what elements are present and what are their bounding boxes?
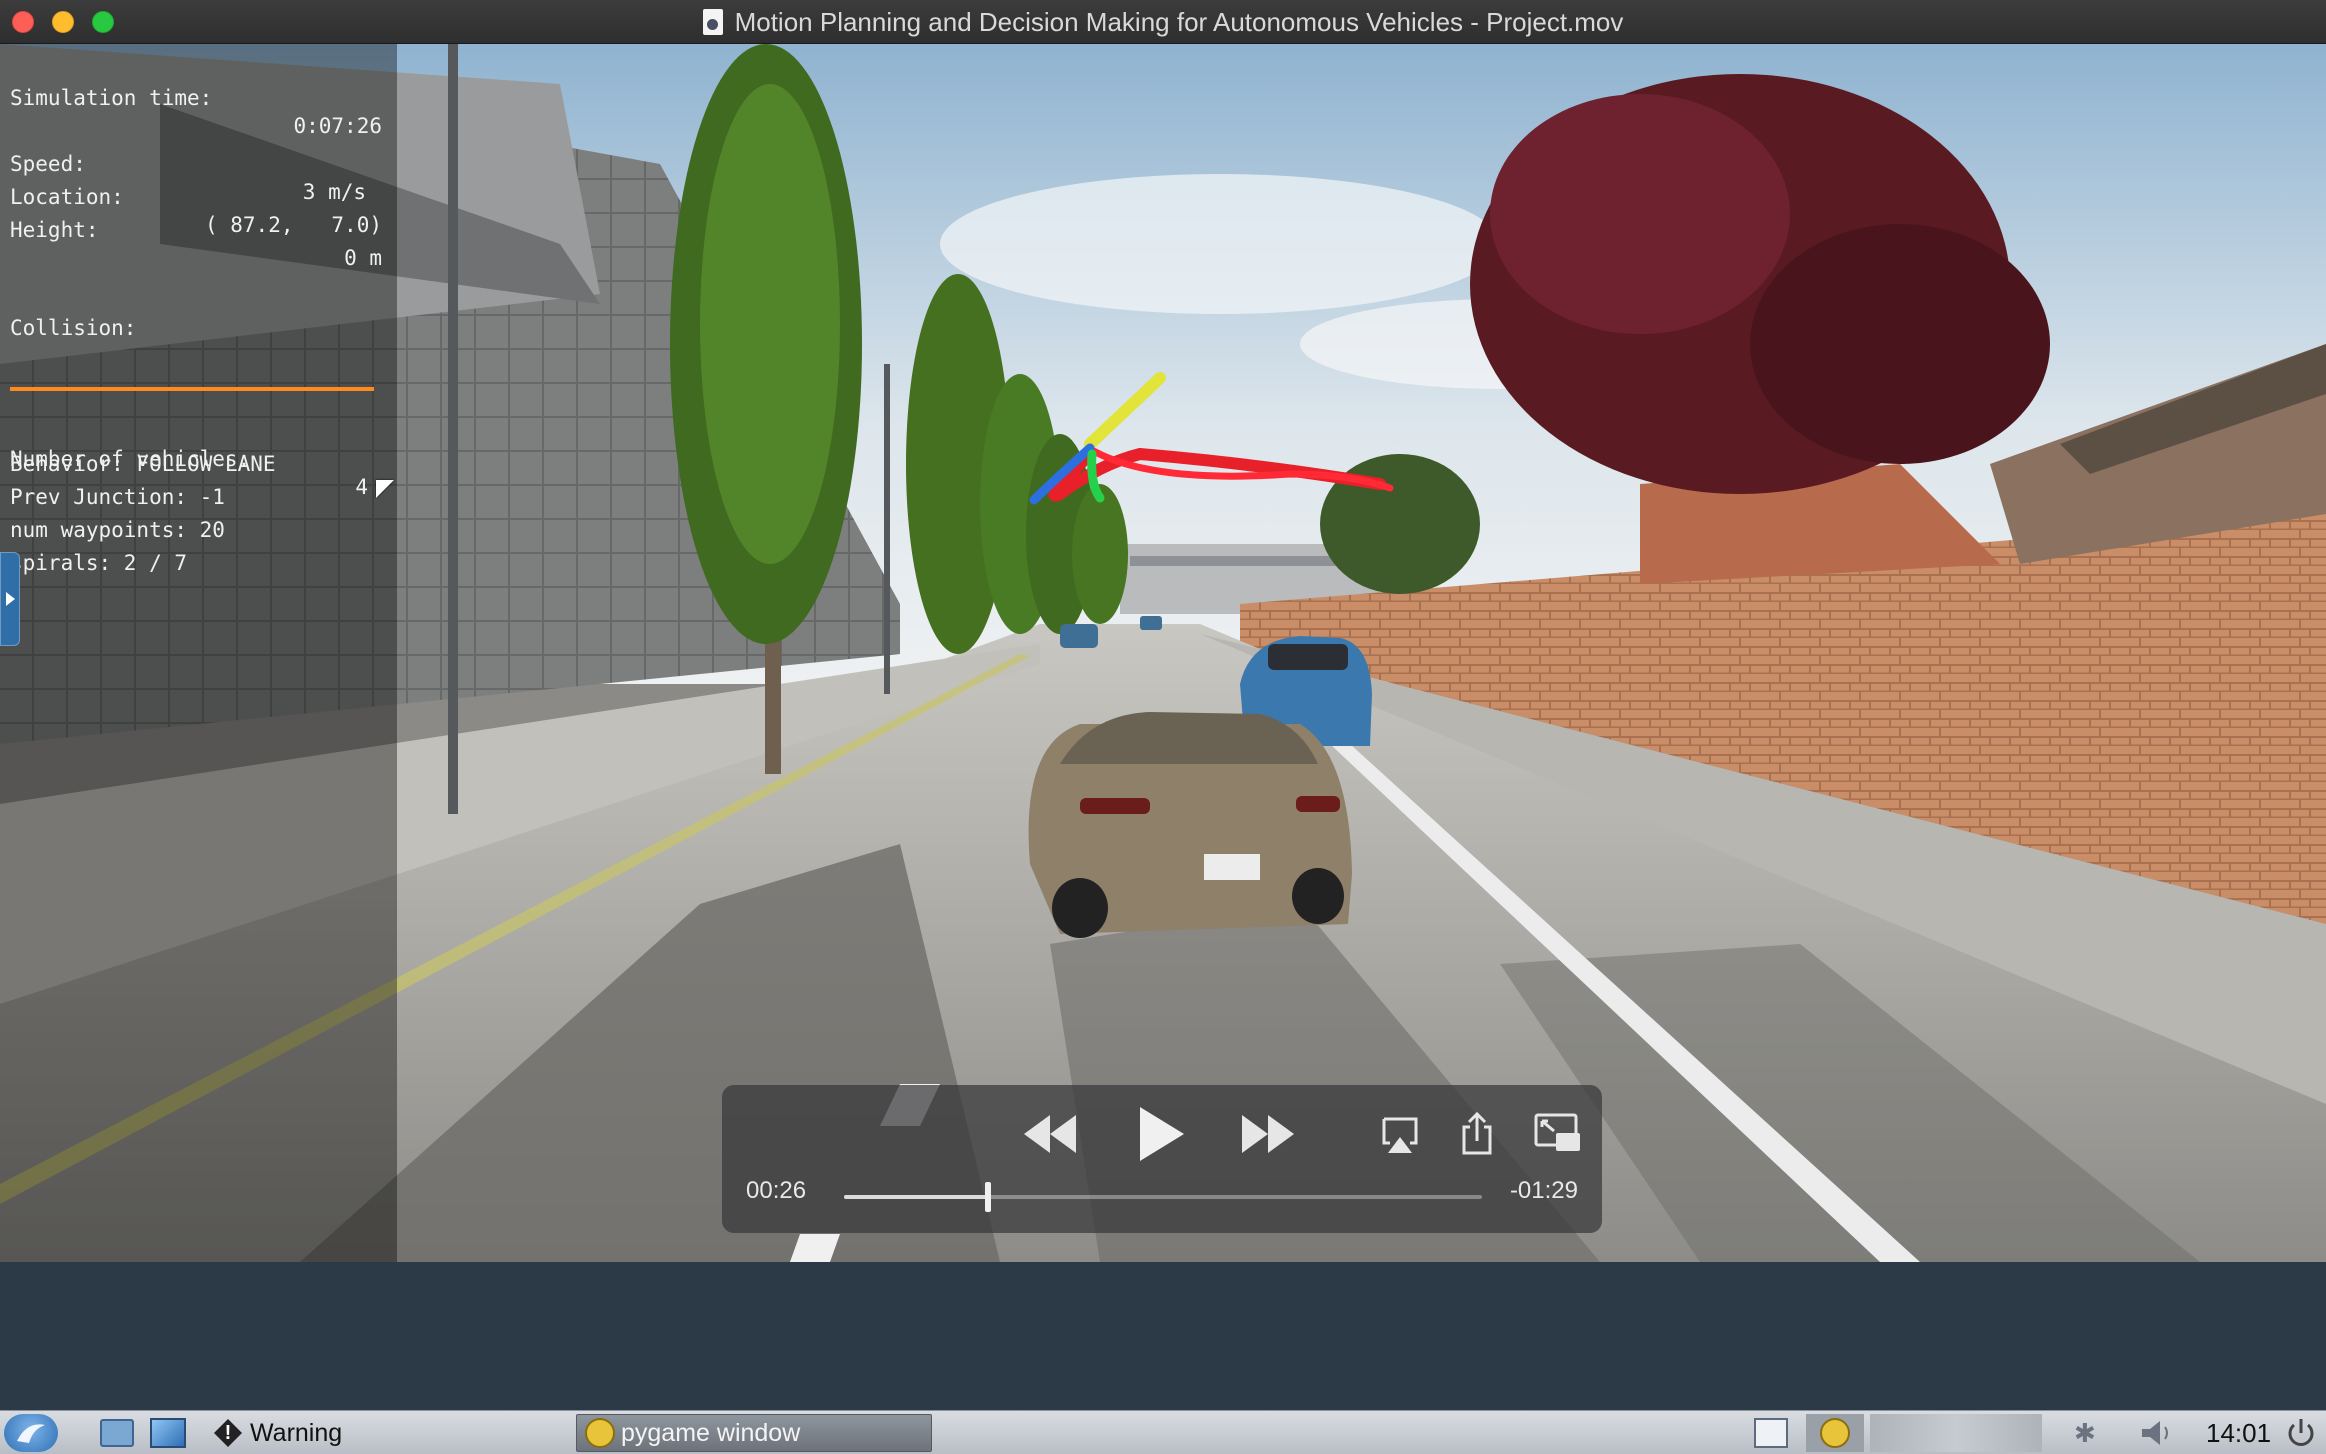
hud-height-label: Height: xyxy=(10,218,99,242)
taskbar-clock[interactable]: 14:01 xyxy=(2206,1414,2276,1452)
show-desktop-button[interactable] xyxy=(1754,1414,1790,1452)
monitor-icon xyxy=(150,1418,186,1448)
rewind-icon xyxy=(1024,1115,1076,1153)
cpu-monitor-graph xyxy=(1870,1414,2042,1452)
share-icon xyxy=(1462,1111,1492,1155)
bluetooth-icon[interactable]: ✱ xyxy=(2074,1414,2100,1452)
window-icon xyxy=(1754,1418,1788,1448)
window-title: Motion Planning and Decision Making for … xyxy=(734,6,1624,37)
taskbar-pygame-label: pygame window xyxy=(621,1418,801,1447)
airplay-button[interactable] xyxy=(1380,1115,1420,1155)
rewind-button[interactable] xyxy=(1022,1109,1078,1159)
playback-progress-fill xyxy=(844,1195,989,1199)
system-monitor-launcher[interactable] xyxy=(150,1414,190,1452)
hud-collision-label: Collision: xyxy=(10,316,137,340)
hud-height: Height: 0 m xyxy=(10,188,382,300)
hud-collision: Collision: xyxy=(10,286,382,370)
player-controls: 00:26 -01:29 xyxy=(722,1085,1602,1233)
window-title-group: Motion Planning and Decision Making for … xyxy=(0,0,2326,44)
power-icon[interactable] xyxy=(2284,1414,2318,1452)
desktop-background xyxy=(0,1262,2326,1410)
pygame-tray-icon xyxy=(1820,1418,1850,1448)
hud-num-waypoints: num waypoints: 20 xyxy=(10,518,225,542)
pygame-icon xyxy=(585,1418,615,1448)
file-manager-launcher[interactable] xyxy=(100,1414,140,1452)
share-button[interactable] xyxy=(1458,1111,1496,1155)
taskbar: ! Warning pygame window ✱ 14:01 xyxy=(0,1410,2326,1454)
elapsed-time: 00:26 xyxy=(746,1177,807,1204)
folder-icon xyxy=(100,1419,134,1447)
hud-height-value: 0 m xyxy=(344,246,382,270)
picture-in-picture-icon xyxy=(1534,1113,1580,1151)
taskbar-warning-label: Warning xyxy=(250,1418,343,1447)
volume-icon[interactable] xyxy=(2138,1414,2178,1452)
picture-in-picture-button[interactable] xyxy=(1534,1113,1582,1155)
simulation-hud-panel: Simulation time: 0:07:26 Speed: 3 m/s Lo… xyxy=(0,44,397,1262)
airplay-icon xyxy=(1382,1117,1418,1153)
start-menu-icon xyxy=(17,1424,45,1443)
quicktime-doc-icon xyxy=(702,9,723,35)
video-frame[interactable]: Simulation time: 0:07:26 Speed: 3 m/s Lo… xyxy=(0,44,2326,1262)
hud-collision-bar xyxy=(10,387,374,391)
hud-simulation-time-label: Simulation time: xyxy=(10,86,213,110)
taskbar-pygame-window[interactable]: pygame window xyxy=(576,1414,932,1452)
hud-behavior: Behavior: FOLLOW LANE xyxy=(10,452,276,476)
playback-scrubber[interactable] xyxy=(844,1182,1482,1212)
warning-icon: ! xyxy=(214,1419,242,1447)
tray-pygame-indicator[interactable] xyxy=(1806,1414,1864,1452)
hud-spirals: spirals: 2 / 7 xyxy=(10,551,188,575)
playback-scrubber-knob[interactable] xyxy=(985,1182,992,1212)
side-panel-toggle[interactable] xyxy=(0,552,20,646)
hud-prev-junction: Prev Junction: -1 xyxy=(10,485,225,509)
fast-forward-button[interactable] xyxy=(1240,1109,1296,1159)
window-titlebar: Motion Planning and Decision Making for … xyxy=(0,0,2326,44)
remaining-time: -01:29 xyxy=(1509,1177,1578,1204)
play-button[interactable] xyxy=(1134,1105,1186,1163)
play-icon xyxy=(1140,1107,1184,1161)
mouse-cursor-icon xyxy=(376,480,394,498)
taskbar-warning-window[interactable]: ! Warning xyxy=(210,1414,560,1452)
start-menu-button[interactable] xyxy=(4,1414,58,1452)
fast-forward-icon xyxy=(1242,1115,1294,1153)
